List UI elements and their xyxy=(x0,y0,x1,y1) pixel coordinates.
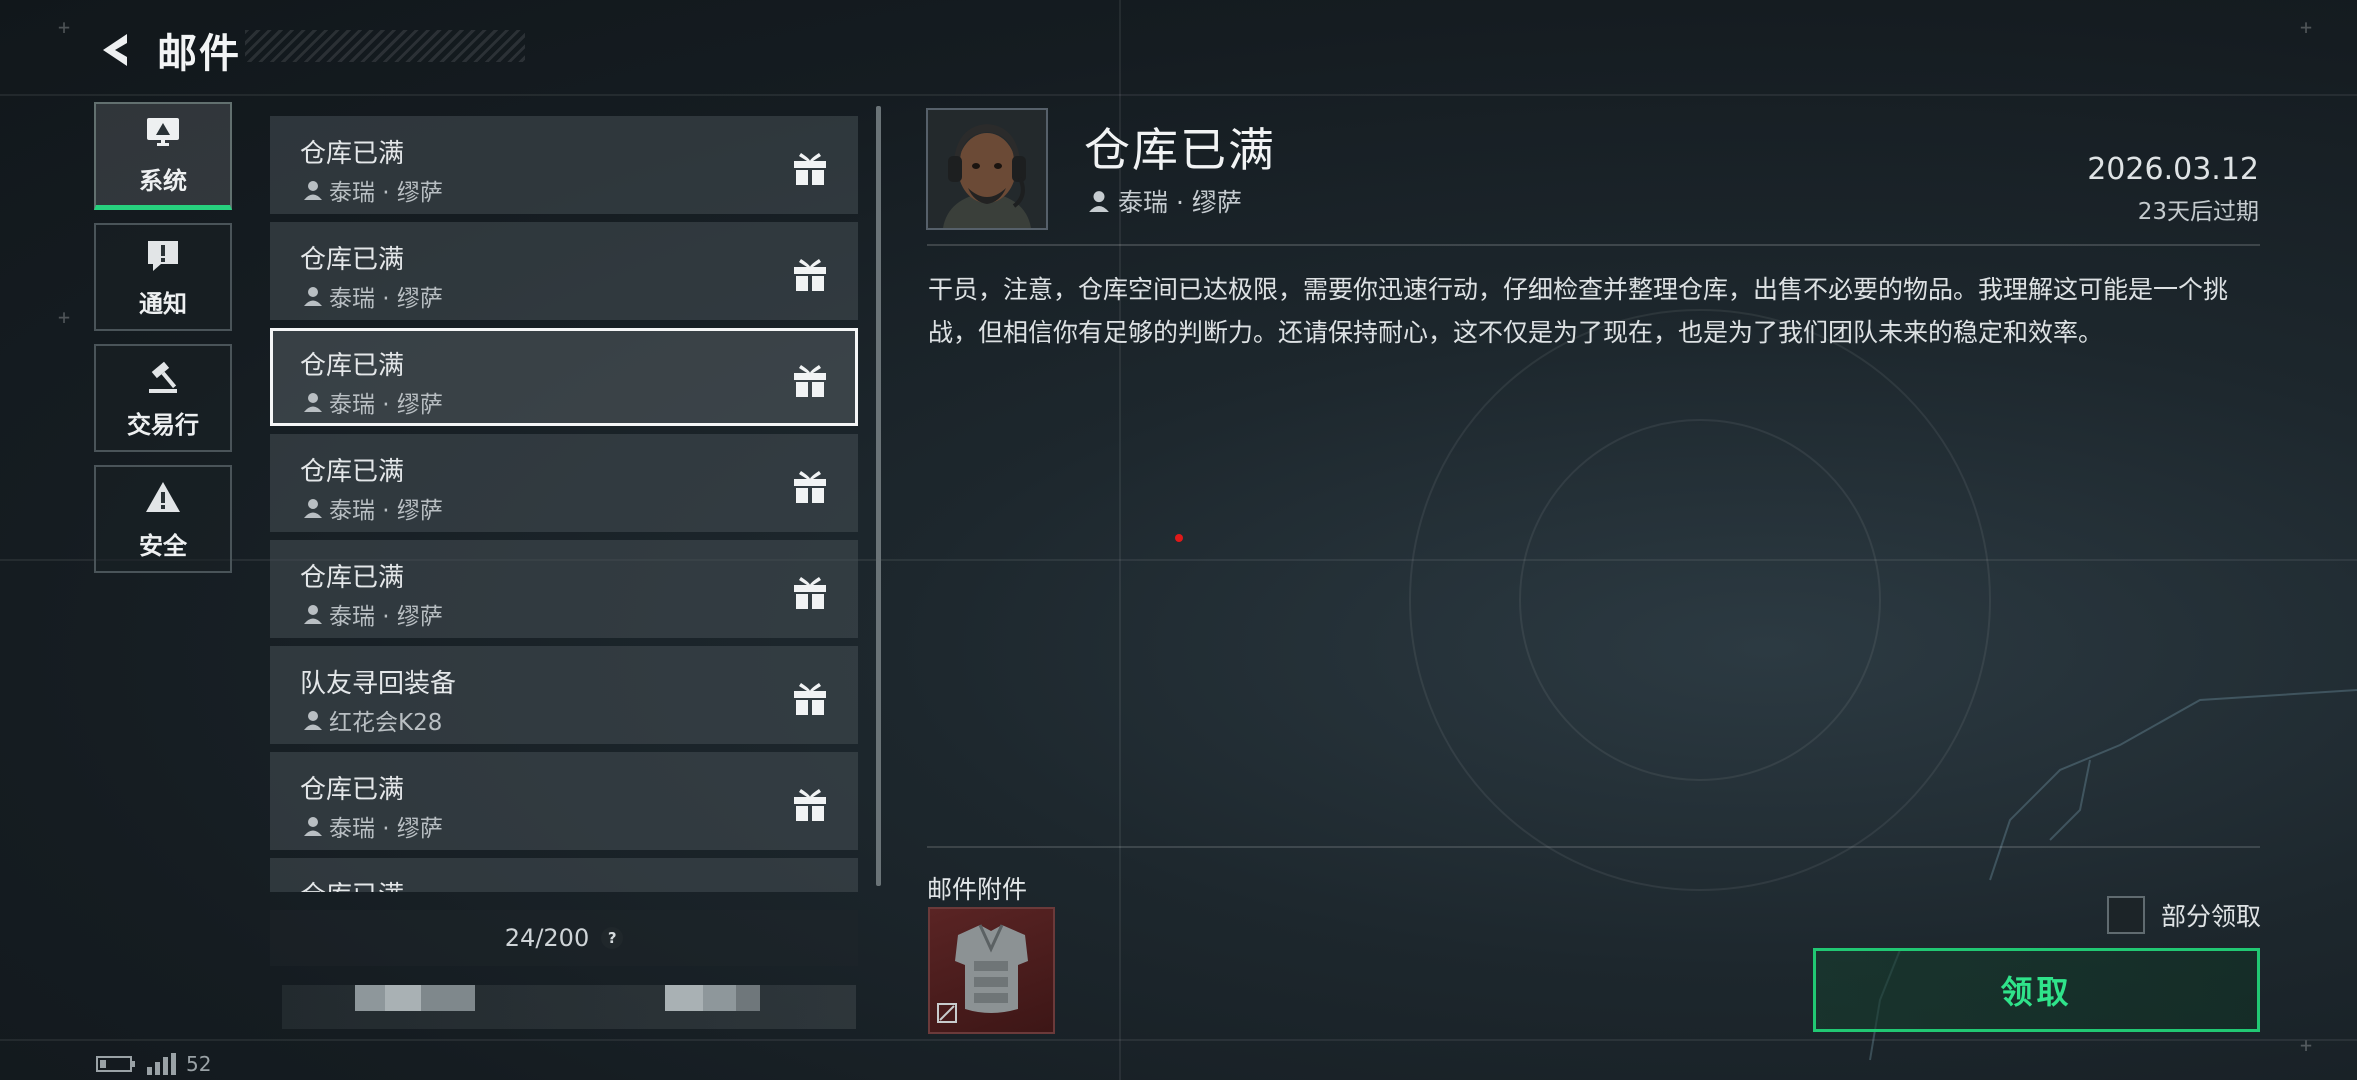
mail-title: 仓库已满 xyxy=(300,351,405,381)
tab-security-label: 安全 xyxy=(139,531,187,560)
page-header: 邮件 xyxy=(95,22,241,78)
status-text: 52 xyxy=(186,1052,212,1076)
detail-divider xyxy=(927,244,2260,246)
person-icon xyxy=(304,181,322,200)
mail-sender: 泰瑞 · 缪萨 xyxy=(303,385,443,419)
mail-sender-name: 泰瑞 · 缪萨 xyxy=(329,498,443,524)
mail-sender: 泰瑞 · 缪萨 xyxy=(303,173,443,207)
gift-icon xyxy=(794,577,826,609)
warning-triangle-icon xyxy=(146,481,180,512)
mail-title: 仓库已满 xyxy=(300,563,405,593)
person-icon xyxy=(304,711,322,730)
person-icon xyxy=(304,817,322,836)
mail-list-item[interactable]: 仓库已满 泰瑞 · 缪萨 xyxy=(270,116,858,214)
obscured-pixels xyxy=(665,985,760,1011)
mail-list-item[interactable]: 队友寻回装备 红花会K28 xyxy=(270,646,858,744)
mail-list[interactable]: 仓库已满 泰瑞 · 缪萨 仓库已满 泰瑞 · 缪萨 仓库已满 泰瑞 · 缪萨 仓… xyxy=(270,116,858,892)
mail-sender-name: 泰瑞 · 缪萨 xyxy=(329,180,443,206)
attachment-divider xyxy=(927,846,2260,848)
mail-body-text: 干员，注意，仓库空间已达极限，需要你迅速行动，仔细检查并整理仓库，出售不必要的物… xyxy=(928,275,2229,347)
mail-detail-title: 仓库已满 xyxy=(1084,123,1276,177)
svg-text:+: + xyxy=(2300,15,2312,39)
tab-security[interactable]: 安全 xyxy=(94,465,232,573)
mail-detail-sender-name: 泰瑞 · 缪萨 xyxy=(1118,188,1242,217)
back-button[interactable] xyxy=(95,28,139,72)
partial-claim-label: 部分领取 xyxy=(2160,902,2261,931)
mail-count: 24/200 xyxy=(504,924,590,952)
partial-claim-toggle[interactable]: 部分领取 xyxy=(2106,896,2261,934)
gift-icon xyxy=(794,153,826,185)
mail-count-row: 24/200 ? xyxy=(270,910,858,966)
mail-date: 2026.03.12 xyxy=(2087,152,2259,187)
mail-title: 仓库已满 xyxy=(300,875,404,892)
obscured-pixels xyxy=(355,985,475,1011)
mail-list-scrollbar[interactable] xyxy=(876,106,881,886)
mail-sender-name: 泰瑞 · 缪萨 xyxy=(329,392,443,418)
mail-sender: 泰瑞 · 缪萨 xyxy=(303,279,443,313)
sender-avatar xyxy=(926,108,1048,230)
tab-system[interactable]: 系统 xyxy=(94,102,232,210)
body-armor-icon xyxy=(937,924,1028,1023)
gavel-icon xyxy=(149,361,177,393)
alert-message-icon xyxy=(148,240,178,271)
gift-icon xyxy=(794,259,826,291)
title-decoration xyxy=(245,30,525,62)
gift-icon xyxy=(794,789,826,821)
svg-text:+: + xyxy=(58,15,70,39)
claim-button[interactable]: 领取 xyxy=(1813,948,2260,1032)
tab-notice[interactable]: 通知 xyxy=(94,223,232,331)
person-icon xyxy=(304,499,322,518)
signal-icon xyxy=(147,1053,176,1075)
device-status-bar: 52 xyxy=(96,1052,211,1076)
svg-text:+: + xyxy=(2300,1033,2312,1057)
monitor-icon xyxy=(147,118,179,146)
attachment-item[interactable] xyxy=(928,907,1055,1034)
person-icon xyxy=(304,393,322,412)
gift-icon xyxy=(794,365,826,397)
mail-sender: 泰瑞 · 缪萨 xyxy=(303,809,443,843)
battery-icon xyxy=(96,1056,135,1072)
mail-sender: 泰瑞 · 缪萨 xyxy=(303,597,443,631)
mail-detail-sender: 泰瑞 · 缪萨 xyxy=(1088,183,1242,219)
mail-title: 仓库已满 xyxy=(300,457,405,487)
gift-icon xyxy=(794,471,826,503)
mail-expire: 23天后过期 xyxy=(2137,199,2259,225)
page-title: 邮件 xyxy=(157,31,241,77)
mail-list-item[interactable]: 仓库已满 泰瑞 · 缪萨 xyxy=(270,434,858,532)
mail-list-item[interactable]: 仓库已满 泰瑞 · 缪萨 xyxy=(270,222,858,320)
mail-sender: 泰瑞 · 缪萨 xyxy=(303,491,443,525)
category-tabs: 系统 通知 交易行 安全 xyxy=(94,102,232,586)
mail-title: 仓库已满 xyxy=(300,245,405,275)
mail-list-item[interactable]: 仓库已满 泰瑞 · 缪萨 xyxy=(270,540,858,638)
mail-title: 仓库已满 xyxy=(300,775,405,805)
person-icon xyxy=(304,605,322,624)
mail-sender: 红花会K28 xyxy=(303,703,442,737)
mail-sender-name: 泰瑞 · 缪萨 xyxy=(329,286,443,312)
mail-title: 仓库已满 xyxy=(300,139,405,169)
mail-sender-name: 红花会K28 xyxy=(329,710,443,736)
mail-title: 队友寻回装备 xyxy=(300,669,457,699)
tab-trade[interactable]: 交易行 xyxy=(94,344,232,452)
mail-sender-name: 泰瑞 · 缪萨 xyxy=(329,816,443,842)
mail-list-item-partial[interactable]: 仓库已满 xyxy=(270,858,858,892)
gift-icon xyxy=(794,683,826,715)
person-icon xyxy=(1089,191,1109,212)
tab-notice-label: 通知 xyxy=(139,289,187,318)
back-arrow-icon xyxy=(103,34,127,66)
mail-sender-name: 泰瑞 · 缪萨 xyxy=(329,604,443,630)
help-icon[interactable]: ? xyxy=(601,927,624,949)
partial-claim-checkbox[interactable] xyxy=(2106,896,2145,934)
person-icon xyxy=(304,287,322,306)
mail-list-item-selected[interactable]: 仓库已满 泰瑞 · 缪萨 xyxy=(270,328,858,426)
tab-system-label: 系统 xyxy=(139,167,187,195)
tab-trade-label: 交易行 xyxy=(127,410,199,439)
svg-text:+: + xyxy=(58,305,70,329)
attachment-label: 邮件附件 xyxy=(927,875,1028,904)
cursor-dot xyxy=(1175,534,1183,542)
mail-list-item[interactable]: 仓库已满 泰瑞 · 缪萨 xyxy=(270,752,858,850)
